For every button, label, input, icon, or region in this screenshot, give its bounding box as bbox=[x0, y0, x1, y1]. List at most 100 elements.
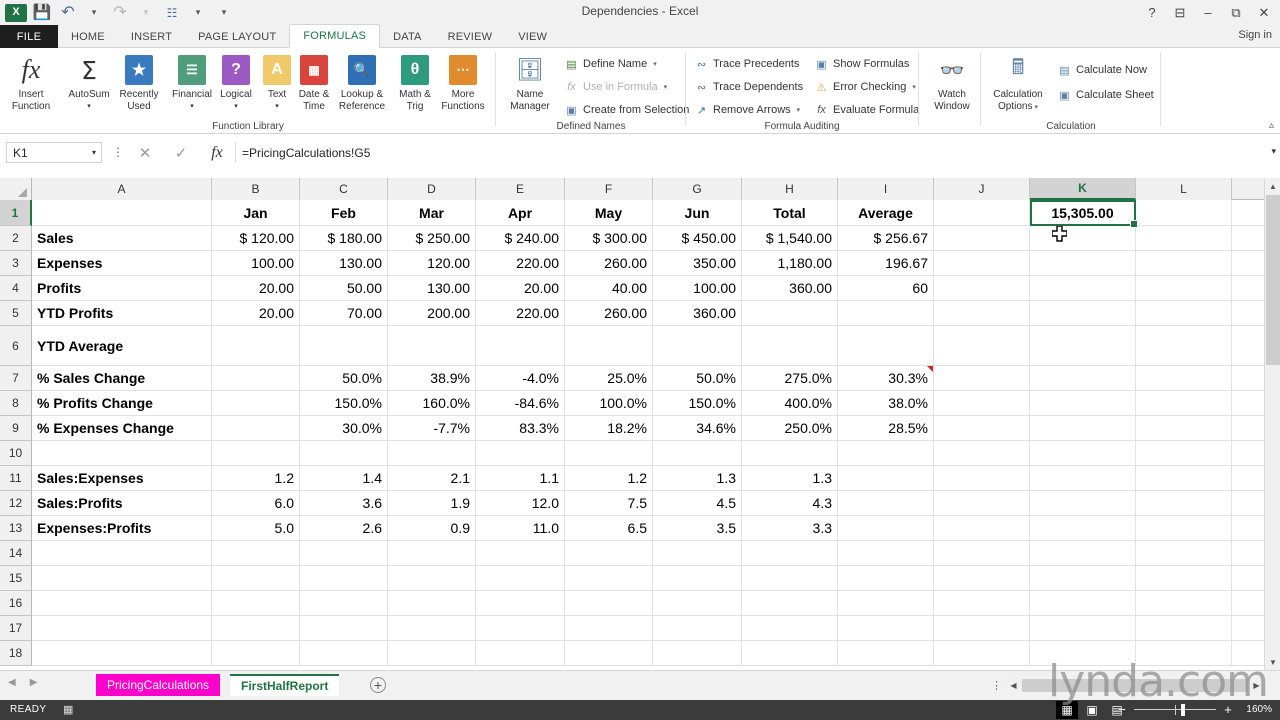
cell-K12[interactable] bbox=[1030, 491, 1136, 515]
row-header-15[interactable]: 15 bbox=[0, 566, 32, 591]
cell-H2[interactable]: $ 1,540.00 bbox=[742, 226, 838, 250]
cell-F10[interactable] bbox=[565, 441, 653, 465]
restore-icon[interactable]: ⧉ bbox=[1222, 2, 1250, 24]
cell-I4[interactable]: 60 bbox=[838, 276, 934, 300]
cell-B17[interactable] bbox=[212, 616, 300, 640]
cell-H16[interactable] bbox=[742, 591, 838, 615]
cell-E2[interactable]: $ 240.00 bbox=[476, 226, 565, 250]
cell-J2[interactable] bbox=[934, 226, 1030, 250]
cell-B6[interactable] bbox=[212, 326, 300, 365]
cell-H14[interactable] bbox=[742, 541, 838, 565]
scroll-up-icon[interactable]: ▲ bbox=[1265, 178, 1280, 194]
cell-I7[interactable]: 30.3% bbox=[838, 366, 934, 390]
cell-J9[interactable] bbox=[934, 416, 1030, 440]
cell-E1[interactable]: Apr bbox=[476, 200, 565, 225]
cell-G18[interactable] bbox=[653, 641, 742, 665]
cell-I12[interactable] bbox=[838, 491, 934, 515]
row-header-3[interactable]: 3 bbox=[0, 251, 32, 276]
cell-L14[interactable] bbox=[1136, 541, 1232, 565]
cell-C2[interactable]: $ 180.00 bbox=[300, 226, 388, 250]
error-checking-caret-icon[interactable]: ▾ bbox=[912, 83, 916, 91]
help-icon[interactable]: ? bbox=[1138, 2, 1166, 24]
cell-A10[interactable] bbox=[32, 441, 212, 465]
cell-D4[interactable]: 130.00 bbox=[388, 276, 476, 300]
insert-function-button[interactable]: fx Insert Function bbox=[2, 52, 60, 112]
cell-L13[interactable] bbox=[1136, 516, 1232, 540]
cell-C15[interactable] bbox=[300, 566, 388, 590]
row-header-13[interactable]: 13 bbox=[0, 516, 32, 541]
cell-L10[interactable] bbox=[1136, 441, 1232, 465]
row-header-6[interactable]: 6 bbox=[0, 326, 32, 366]
cell-I14[interactable] bbox=[838, 541, 934, 565]
cell-D13[interactable]: 0.9 bbox=[388, 516, 476, 540]
row-header-10[interactable]: 10 bbox=[0, 441, 32, 466]
cell-L3[interactable] bbox=[1136, 251, 1232, 275]
cell-H15[interactable] bbox=[742, 566, 838, 590]
cell-E9[interactable]: 83.3% bbox=[476, 416, 565, 440]
cell-I18[interactable] bbox=[838, 641, 934, 665]
cell-E7[interactable]: -4.0% bbox=[476, 366, 565, 390]
cell-D11[interactable]: 2.1 bbox=[388, 466, 476, 490]
cell-I6[interactable] bbox=[838, 326, 934, 365]
cell-A14[interactable] bbox=[32, 541, 212, 565]
row-header-7[interactable]: 7 bbox=[0, 366, 32, 391]
create-from-selection-button[interactable]: ▣ Create from Selection bbox=[564, 101, 689, 119]
cell-H17[interactable] bbox=[742, 616, 838, 640]
column-header-I[interactable]: I bbox=[838, 178, 934, 200]
row-header-12[interactable]: 12 bbox=[0, 491, 32, 516]
cell-J15[interactable] bbox=[934, 566, 1030, 590]
calculation-options-caret-icon[interactable]: ▾ bbox=[1034, 104, 1038, 111]
cell-K7[interactable] bbox=[1030, 366, 1136, 390]
cell-I9[interactable]: 28.5% bbox=[838, 416, 934, 440]
cell-E3[interactable]: 220.00 bbox=[476, 251, 565, 275]
cell-F3[interactable]: 260.00 bbox=[565, 251, 653, 275]
cell-H3[interactable]: 1,180.00 bbox=[742, 251, 838, 275]
row-header-17[interactable]: 17 bbox=[0, 616, 32, 641]
cell-I17[interactable] bbox=[838, 616, 934, 640]
cell-E15[interactable] bbox=[476, 566, 565, 590]
cell-I5[interactable] bbox=[838, 301, 934, 325]
cell-H9[interactable]: 250.0% bbox=[742, 416, 838, 440]
column-header-A[interactable]: A bbox=[32, 178, 212, 200]
cell-C16[interactable] bbox=[300, 591, 388, 615]
tab-review[interactable]: REVIEW bbox=[435, 25, 506, 48]
cell-H7[interactable]: 275.0% bbox=[742, 366, 838, 390]
cell-B3[interactable]: 100.00 bbox=[212, 251, 300, 275]
vertical-scroll-thumb[interactable] bbox=[1266, 195, 1280, 365]
cell-E5[interactable]: 220.00 bbox=[476, 301, 565, 325]
cell-H6[interactable] bbox=[742, 326, 838, 365]
cell-J8[interactable] bbox=[934, 391, 1030, 415]
zoom-slider-handle[interactable] bbox=[1181, 703, 1185, 716]
cell-C10[interactable] bbox=[300, 441, 388, 465]
cell-D2[interactable]: $ 250.00 bbox=[388, 226, 476, 250]
cell-F16[interactable] bbox=[565, 591, 653, 615]
sheet-tab-pricingcalculations[interactable]: PricingCalculations bbox=[96, 674, 221, 696]
cell-I11[interactable] bbox=[838, 466, 934, 490]
cell-I8[interactable]: 38.0% bbox=[838, 391, 934, 415]
cell-J14[interactable] bbox=[934, 541, 1030, 565]
cell-L16[interactable] bbox=[1136, 591, 1232, 615]
cell-B2[interactable]: $ 120.00 bbox=[212, 226, 300, 250]
cell-J13[interactable] bbox=[934, 516, 1030, 540]
cell-A6[interactable]: YTD Average bbox=[32, 326, 212, 365]
tab-home[interactable]: HOME bbox=[58, 25, 118, 48]
cell-K17[interactable] bbox=[1030, 616, 1136, 640]
cell-K2[interactable] bbox=[1030, 226, 1136, 250]
cell-K4[interactable] bbox=[1030, 276, 1136, 300]
cell-H18[interactable] bbox=[742, 641, 838, 665]
cell-B18[interactable] bbox=[212, 641, 300, 665]
name-box-caret-icon[interactable]: ▾ bbox=[92, 148, 96, 157]
cell-C9[interactable]: 30.0% bbox=[300, 416, 388, 440]
cell-B15[interactable] bbox=[212, 566, 300, 590]
cell-G15[interactable] bbox=[653, 566, 742, 590]
cell-J18[interactable] bbox=[934, 641, 1030, 665]
tab-insert[interactable]: INSERT bbox=[118, 25, 185, 48]
row-header-4[interactable]: 4 bbox=[0, 276, 32, 301]
vertical-scrollbar[interactable]: ▲ ▼ bbox=[1264, 178, 1280, 670]
cell-A16[interactable] bbox=[32, 591, 212, 615]
cell-E18[interactable] bbox=[476, 641, 565, 665]
select-all-corner[interactable] bbox=[0, 178, 32, 200]
cell-G6[interactable] bbox=[653, 326, 742, 365]
record-macro-icon[interactable]: ▦ bbox=[63, 703, 73, 716]
column-header-H[interactable]: H bbox=[742, 178, 838, 200]
